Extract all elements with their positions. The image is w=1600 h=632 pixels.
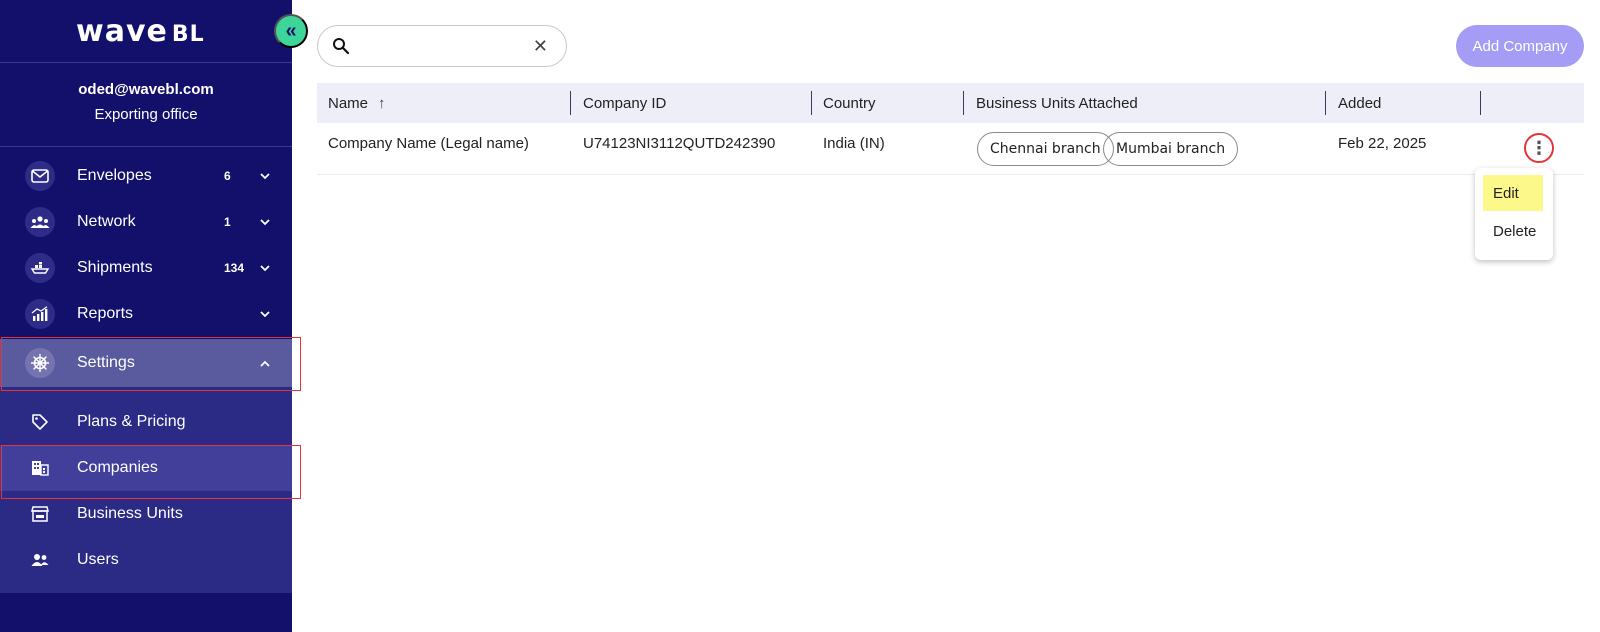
network-count-badge: 1 bbox=[224, 215, 231, 229]
ship-icon bbox=[25, 253, 55, 283]
shipments-count-badge: 134 bbox=[224, 261, 245, 275]
nav-item-reports[interactable]: Reports bbox=[0, 291, 292, 337]
business-unit-chip[interactable]: Chennai branch bbox=[977, 132, 1114, 166]
envelope-icon bbox=[25, 161, 55, 191]
country-cell: India (IN) bbox=[823, 135, 885, 152]
table-row[interactable]: Company Name (Legal name) U74123NI3112QU… bbox=[317, 123, 1584, 175]
user-email: oded@wavebl.com bbox=[78, 81, 214, 98]
envelopes-count-badge: 6 bbox=[224, 169, 231, 183]
delete-menu-item[interactable]: Delete bbox=[1483, 213, 1543, 249]
nav-label: Business Units bbox=[77, 505, 183, 522]
logo-suffix: BL bbox=[171, 22, 205, 47]
column-label: Name bbox=[328, 94, 369, 112]
sort-asc-icon[interactable]: ↑ bbox=[378, 95, 386, 112]
sidebar-item-plans-pricing[interactable]: Plans & Pricing bbox=[0, 399, 292, 445]
close-icon[interactable]: ✕ bbox=[533, 36, 548, 57]
table-header: Name ↑ Company ID Country Business Units… bbox=[317, 83, 1584, 123]
main-content: ✕ Add Company Name ↑ Company ID Country … bbox=[292, 0, 1600, 632]
sidebar: wave BL oded@wavebl.com Exporting office … bbox=[0, 0, 292, 632]
sidebar-item-users[interactable]: Users bbox=[0, 537, 292, 583]
user-role: Exporting office bbox=[94, 106, 198, 123]
chevron-up-icon[interactable] bbox=[260, 356, 270, 370]
helm-icon bbox=[25, 348, 55, 378]
nav-item-settings[interactable]: Settings bbox=[0, 339, 292, 387]
nav-label: Companies bbox=[77, 459, 158, 476]
logo-area: wave BL bbox=[0, 0, 292, 63]
search-input[interactable] bbox=[360, 38, 530, 54]
nav-label: Reports bbox=[77, 305, 134, 322]
chart-icon bbox=[25, 299, 55, 329]
company-id-cell: U74123NI3112QUTD242390 bbox=[583, 135, 776, 152]
chevron-down-icon[interactable] bbox=[260, 307, 270, 321]
add-company-button[interactable]: Add Company bbox=[1456, 25, 1584, 67]
sidebar-item-business-units[interactable]: Business Units bbox=[0, 491, 292, 537]
main-nav: Envelopes 6 Network 1 Shipments 134 Repo… bbox=[0, 147, 292, 593]
chevron-down-icon[interactable] bbox=[260, 261, 270, 275]
row-actions-kebab-icon[interactable]: ⋮ bbox=[1524, 133, 1554, 163]
column-divider bbox=[1480, 91, 1481, 115]
business-unit-chip[interactable]: Mumbai branch bbox=[1103, 132, 1239, 166]
column-divider bbox=[963, 91, 964, 115]
search-box[interactable]: ✕ bbox=[317, 25, 567, 67]
nav-label: Shipments bbox=[77, 259, 153, 276]
column-divider bbox=[811, 91, 812, 115]
sidebar-item-companies[interactable]: Companies bbox=[0, 445, 292, 491]
nav-item-shipments[interactable]: Shipments 134 bbox=[0, 245, 292, 291]
building-icon bbox=[25, 453, 55, 483]
chevron-down-icon[interactable] bbox=[260, 215, 270, 229]
tag-icon bbox=[25, 407, 55, 437]
logo-main: wave bbox=[76, 14, 168, 49]
user-info: oded@wavebl.com Exporting office bbox=[0, 63, 292, 147]
nav-item-envelopes[interactable]: Envelopes 6 bbox=[0, 153, 292, 199]
nav-label: Users bbox=[77, 551, 119, 568]
row-actions-menu: Edit Delete bbox=[1475, 168, 1553, 260]
nav-label: Network bbox=[77, 213, 136, 230]
store-icon bbox=[25, 499, 55, 529]
nav-item-network[interactable]: Network 1 bbox=[0, 199, 292, 245]
edit-menu-item[interactable]: Edit bbox=[1483, 175, 1543, 211]
column-header-added[interactable]: Added bbox=[1338, 83, 1381, 123]
nav-label: Settings bbox=[77, 354, 135, 371]
column-header-business-units[interactable]: Business Units Attached bbox=[976, 83, 1138, 123]
chevron-down-icon[interactable] bbox=[260, 169, 270, 183]
column-header-name[interactable]: Name ↑ bbox=[328, 83, 386, 123]
search-icon bbox=[332, 37, 350, 55]
collapse-sidebar-button[interactable]: « bbox=[274, 14, 308, 48]
nav-label: Plans & Pricing bbox=[77, 413, 186, 430]
column-divider bbox=[1325, 91, 1326, 115]
column-header-country[interactable]: Country bbox=[823, 83, 876, 123]
network-icon bbox=[25, 207, 55, 237]
nav-label: Envelopes bbox=[77, 167, 152, 184]
company-name-cell: Company Name (Legal name) bbox=[328, 135, 529, 152]
wavebl-logo: wave BL bbox=[76, 14, 205, 49]
settings-submenu: Plans & Pricing Companies Business Units… bbox=[0, 387, 292, 593]
column-header-company-id[interactable]: Company ID bbox=[583, 83, 666, 123]
users-icon bbox=[25, 545, 55, 575]
column-divider bbox=[570, 91, 571, 115]
added-date-cell: Feb 22, 2025 bbox=[1338, 135, 1427, 152]
